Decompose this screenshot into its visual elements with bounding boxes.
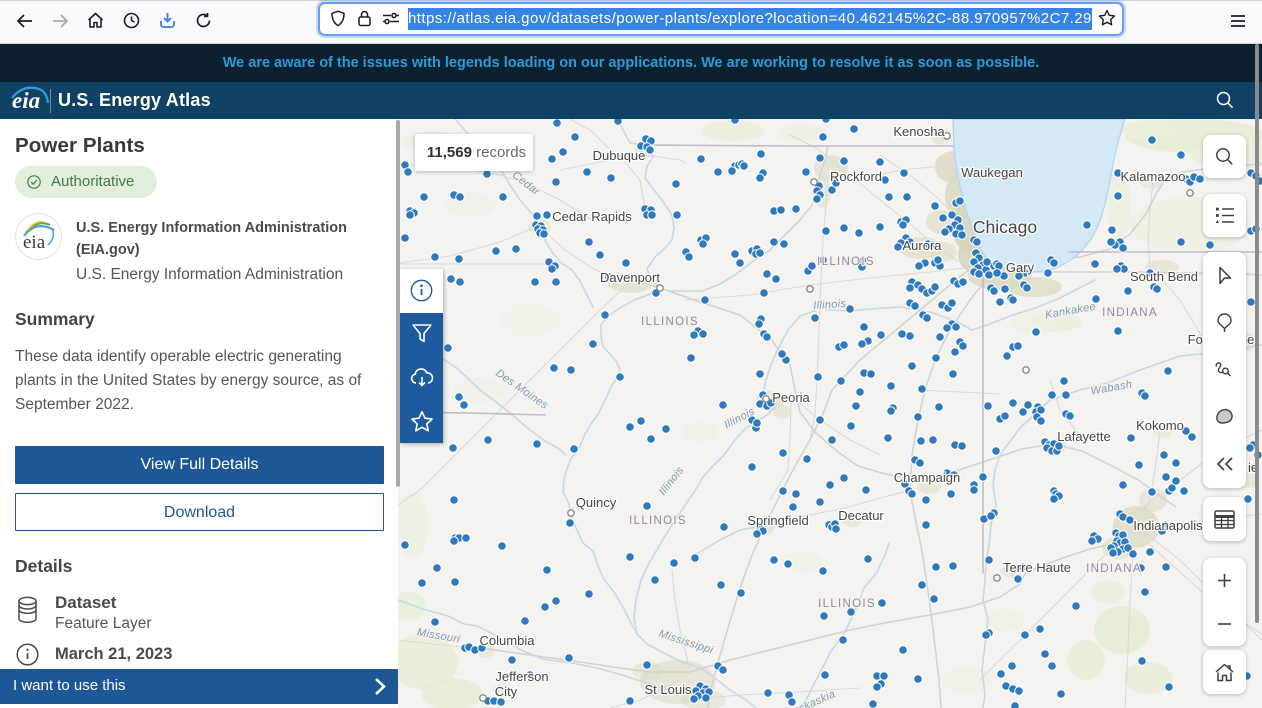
svg-text:Champaign: Champaign bbox=[894, 470, 961, 485]
svg-text:Rockford: Rockford bbox=[830, 169, 882, 184]
svg-text:Terre Haute: Terre Haute bbox=[1003, 560, 1071, 575]
svg-text:ILLINOIS: ILLINOIS bbox=[817, 256, 875, 268]
svg-text:Springfield: Springfield bbox=[747, 513, 808, 528]
svg-text:Dubuque: Dubuque bbox=[593, 148, 646, 163]
svg-text:South Bend: South Bend bbox=[1130, 269, 1198, 284]
svg-text:INDIANA: INDIANA bbox=[1086, 563, 1142, 575]
svg-text:Decatur: Decatur bbox=[838, 508, 884, 523]
svg-text:Aurora: Aurora bbox=[902, 238, 942, 253]
svg-text:Gary: Gary bbox=[1006, 260, 1035, 275]
svg-text:City: City bbox=[495, 684, 518, 699]
svg-text:ILLINOIS: ILLINOIS bbox=[818, 598, 876, 610]
svg-text:Waukegan: Waukegan bbox=[961, 165, 1023, 180]
svg-text:Chicago: Chicago bbox=[973, 217, 1037, 237]
svg-text:eia: eia bbox=[23, 232, 46, 253]
svg-text:Davenport: Davenport bbox=[600, 270, 660, 285]
svg-text:Quincy: Quincy bbox=[576, 495, 617, 510]
svg-text:Peoria: Peoria bbox=[772, 390, 810, 405]
svg-text:ILLINOIS: ILLINOIS bbox=[629, 515, 687, 527]
svg-text:Cedar Rapids: Cedar Rapids bbox=[552, 209, 632, 224]
svg-text:Kenosha: Kenosha bbox=[893, 124, 945, 139]
svg-text:INDIANA: INDIANA bbox=[1102, 307, 1158, 319]
svg-text:Lafayette: Lafayette bbox=[1057, 429, 1111, 444]
svg-text:Indianapolis: Indianapolis bbox=[1133, 518, 1203, 533]
svg-text:Kokomo: Kokomo bbox=[1136, 418, 1184, 433]
svg-text:ILLINOIS: ILLINOIS bbox=[641, 316, 699, 328]
svg-text:Jefferson: Jefferson bbox=[495, 669, 548, 684]
svg-text:Kalamazoo: Kalamazoo bbox=[1120, 169, 1185, 184]
svg-text:Columbia: Columbia bbox=[480, 633, 536, 648]
svg-text:Illinois: Illinois bbox=[813, 298, 847, 312]
svg-text:St Louis: St Louis bbox=[645, 682, 692, 697]
